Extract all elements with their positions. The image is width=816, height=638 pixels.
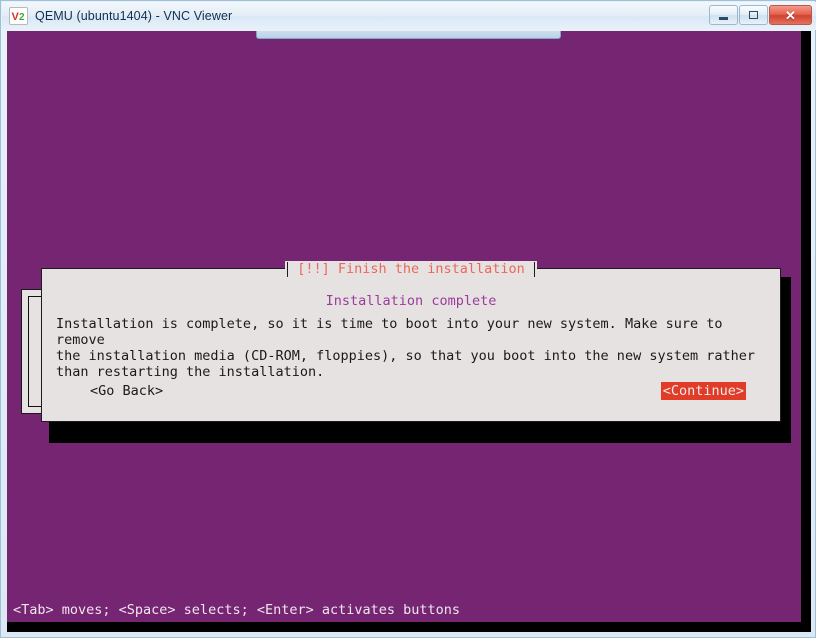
dialog-message-text: Installation is complete, so it is time … <box>56 316 755 380</box>
vnc-toolbar-tab[interactable] <box>256 31 561 39</box>
framebuffer-bottom-edge <box>7 622 811 632</box>
window-controls: ✕ <box>709 5 812 25</box>
close-button[interactable]: ✕ <box>769 5 812 25</box>
dialog-button-row: <Go Back> <Continue> <box>42 381 780 401</box>
restore-button[interactable] <box>739 5 768 25</box>
vnc-logo-icon: V 2 <box>9 7 28 25</box>
continue-button[interactable]: <Continue> <box>660 382 746 400</box>
keyboard-help-line: <Tab> moves; <Space> selects; <Enter> ac… <box>13 602 461 618</box>
installer-dialog: [!!] Finish the installation Installatio… <box>41 261 781 422</box>
close-icon: ✕ <box>785 7 796 23</box>
minimize-button[interactable] <box>709 5 738 25</box>
dialog-heading: Installation complete <box>325 293 497 309</box>
go-back-button[interactable]: <Go Back> <box>89 382 164 400</box>
minimize-icon <box>719 16 728 20</box>
restore-icon <box>749 11 758 19</box>
vnc-viewer-window: V 2 QEMU (ubuntu1404) - VNC Viewer ✕ [!!… <box>0 0 816 638</box>
vnc-remote-screen[interactable]: [!!] Finish the installation Installatio… <box>7 31 811 632</box>
framebuffer-right-edge <box>801 31 811 632</box>
window-title-bar[interactable]: V 2 QEMU (ubuntu1404) - VNC Viewer ✕ <box>2 2 816 30</box>
svg-text:2: 2 <box>19 12 25 23</box>
window-title-text: QEMU (ubuntu1404) - VNC Viewer <box>35 9 233 23</box>
